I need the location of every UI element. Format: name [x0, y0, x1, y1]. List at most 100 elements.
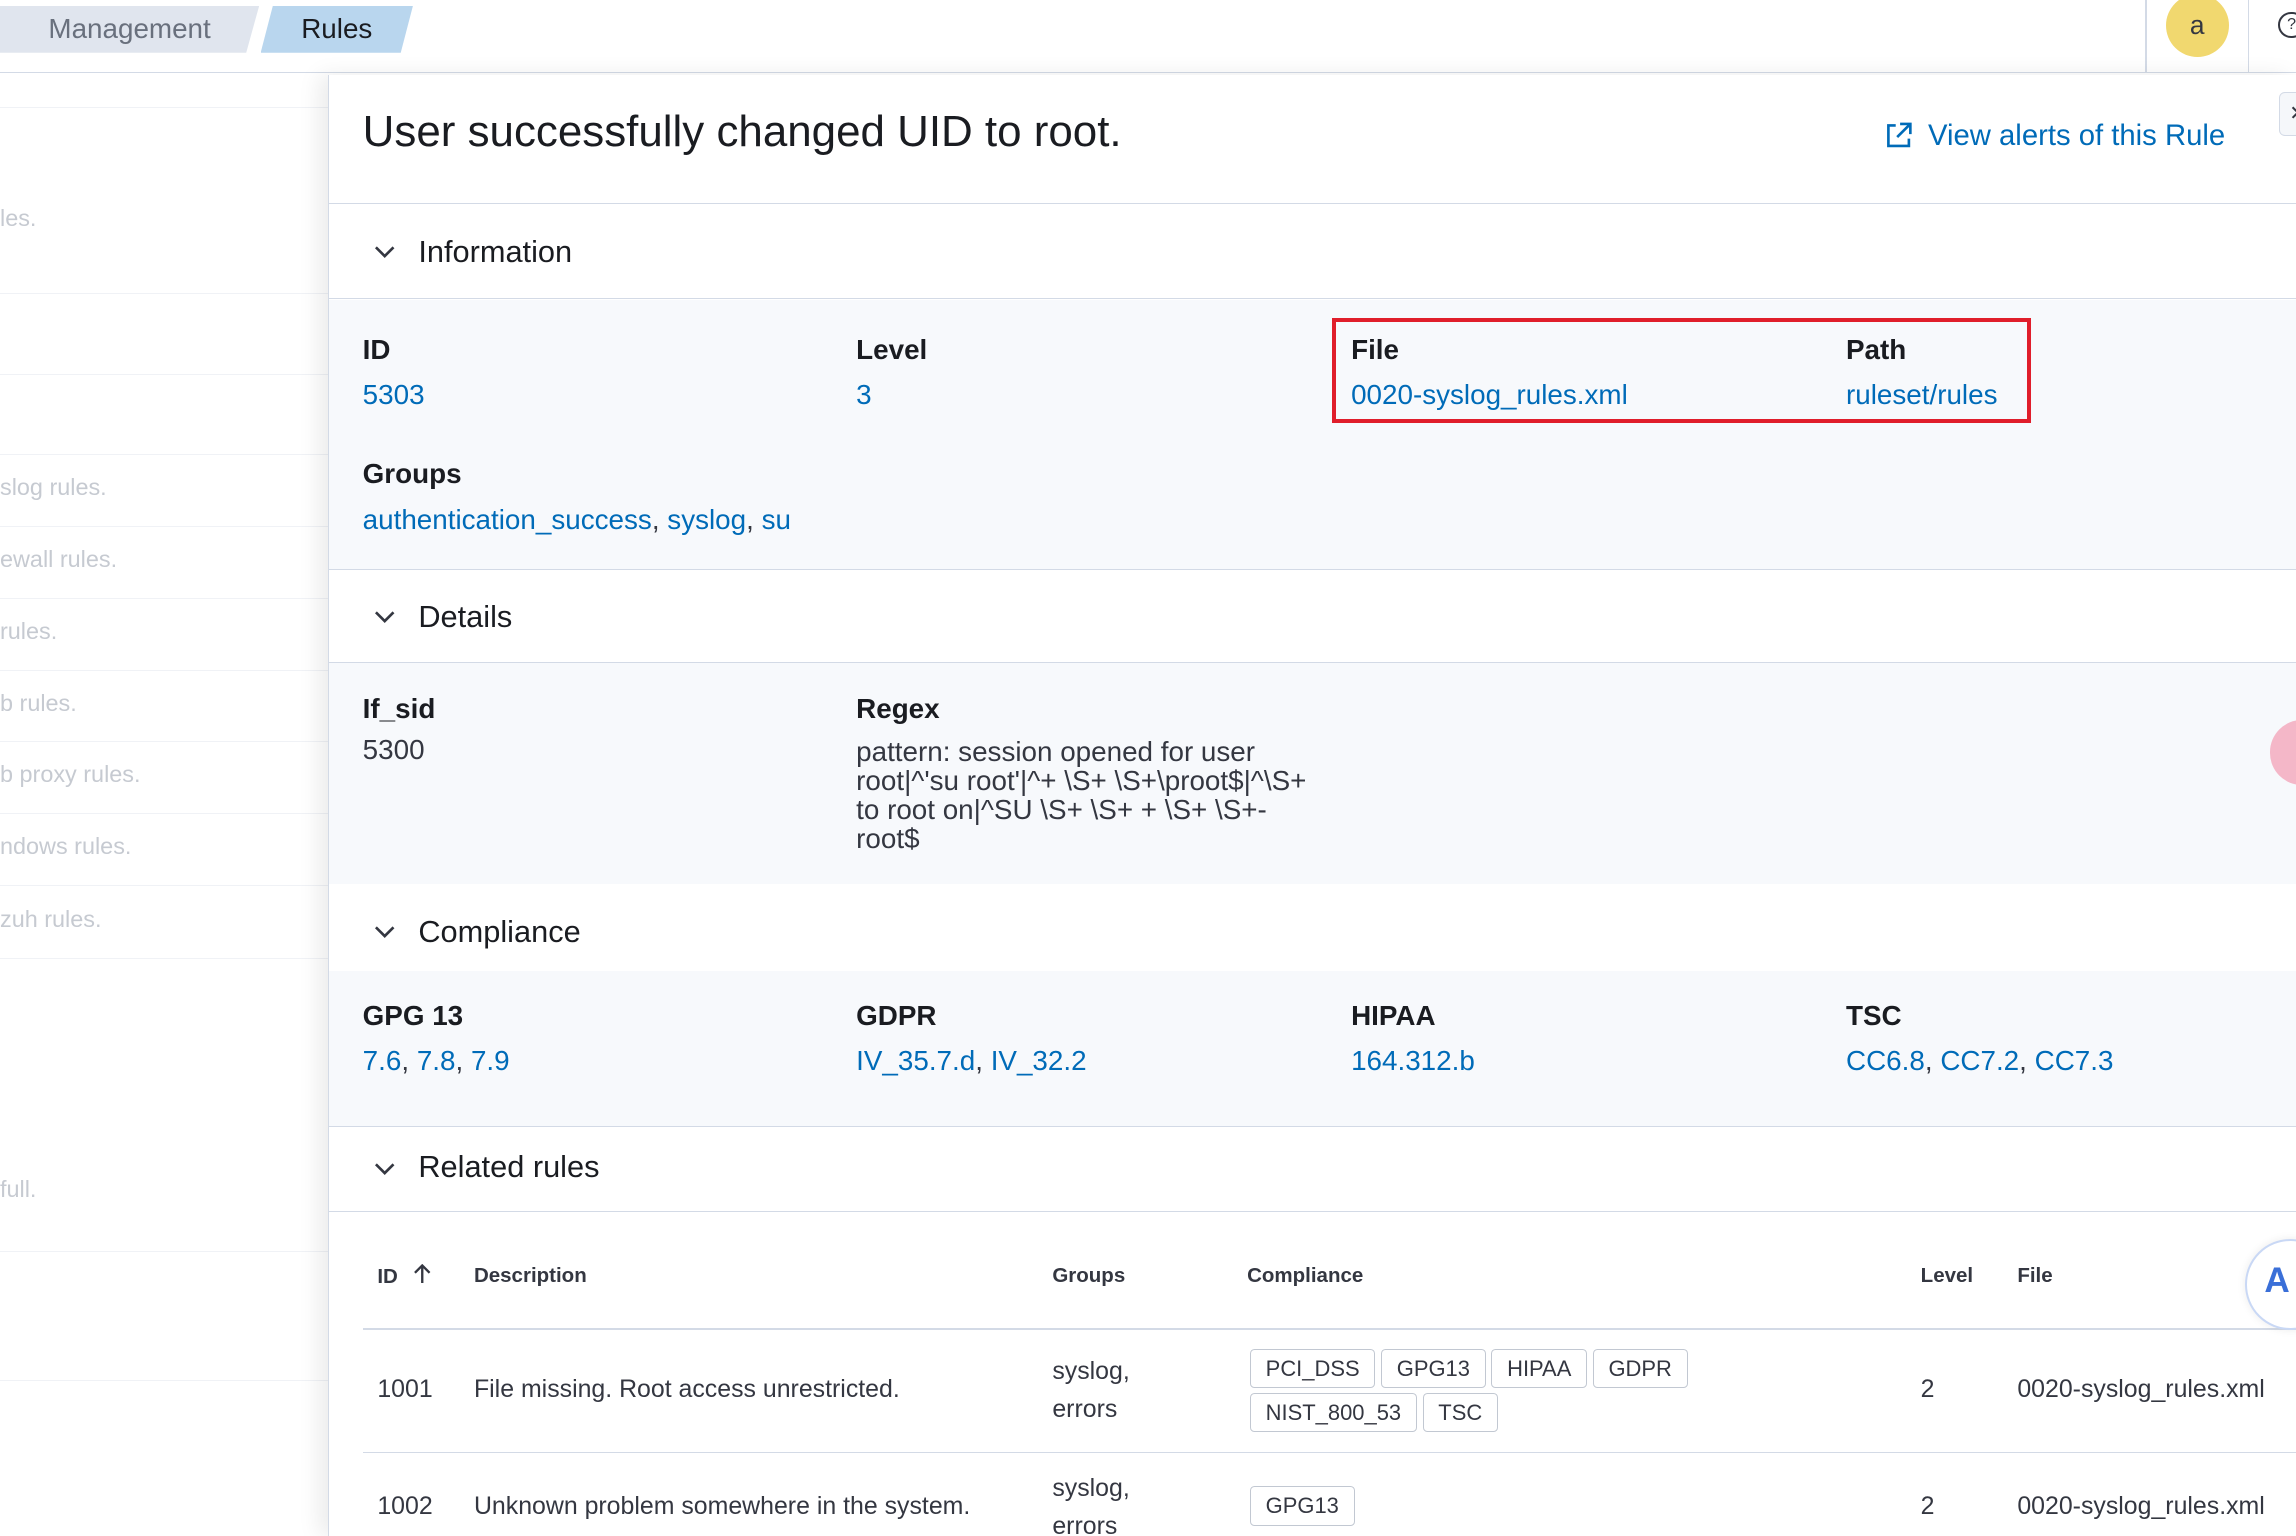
compliance-badge: TSC: [1422, 1392, 1498, 1433]
compliance-link[interactable]: CC6.8: [1846, 1045, 1925, 1076]
column-header-file[interactable]: File: [2017, 1264, 2052, 1288]
group-link[interactable]: su: [762, 504, 791, 535]
gpg13-list: 7.6, 7.8, 7.9: [362, 1045, 510, 1077]
chevron-down-icon: [374, 1163, 395, 1175]
view-alerts-link[interactable]: View alerts of this Rule: [1884, 119, 2225, 153]
field-label: If_sid: [362, 692, 436, 724]
field-label: ID: [362, 333, 391, 365]
list-item: full.: [0, 959, 331, 1252]
field-regex: Regex pattern: session opened for user r…: [856, 693, 1325, 854]
rule-id-link[interactable]: 5303: [363, 379, 425, 411]
section-title: Information: [418, 234, 573, 270]
topbar-divider: [2247, 0, 2250, 74]
cell-file-link[interactable]: 0020-syslog_rules.xml: [2017, 1375, 2264, 1404]
if-sid-value: 5300: [362, 733, 425, 765]
compliance-link[interactable]: IV_32.2: [991, 1045, 1087, 1076]
section-information-toggle[interactable]: Information: [329, 204, 2296, 299]
compliance-link[interactable]: 164.312.b: [1351, 1045, 1475, 1076]
cell-compliance: PCI_DSS GPG13 HIPAA GDPR NIST_800_53 TSC: [1250, 1348, 1865, 1437]
compliance-link[interactable]: CC7.2: [1940, 1045, 2019, 1076]
help-icon[interactable]: ?: [2278, 11, 2296, 39]
highlight-annotation: [1332, 317, 2031, 424]
field-tsc: TSC CC6.8, CC7.2, CC7.3: [1846, 1000, 2113, 1077]
column-header-groups[interactable]: Groups: [1052, 1264, 1125, 1288]
top-bar: Management Rules a ?: [0, 0, 2296, 74]
column-header-description[interactable]: Description: [474, 1264, 587, 1288]
compliance-badge: GPG13: [1250, 1486, 1355, 1526]
regex-value: pattern: session opened for user root|^'…: [856, 735, 1307, 855]
column-header-id[interactable]: ID: [377, 1263, 432, 1289]
rule-flyout: User successfully changed UID to root. V…: [328, 74, 2296, 1536]
field-if-sid: If_sid 5300: [363, 693, 436, 766]
cell-description: Unknown problem somewhere in the system.: [473, 1492, 971, 1521]
close-flyout-button[interactable]: ✕: [2279, 92, 2296, 137]
cell-compliance: GPG13: [1250, 1486, 1865, 1530]
list-item: b proxy rules.: [0, 742, 331, 815]
user-avatar[interactable]: a: [2165, 0, 2229, 58]
compliance-link[interactable]: 7.9: [471, 1045, 510, 1076]
cell-level: 2: [1920, 1374, 1935, 1403]
cell-groups: syslog, errors: [1052, 1473, 1130, 1536]
cell-description: File missing. Root access unrestricted.: [473, 1374, 900, 1403]
field-level: Level 3: [856, 334, 927, 411]
groups-list: authentication_success, syslog, su: [362, 503, 791, 535]
field-gpg13: GPG 13 7.6, 7.8, 7.9: [363, 1000, 510, 1077]
compliance-badge: GDPR: [1592, 1348, 1688, 1389]
field-label: GPG 13: [362, 1000, 464, 1032]
list-item: ewall rules.: [0, 527, 331, 599]
sort-ascending-icon: [414, 1263, 431, 1283]
assistant-icon: A: [2264, 1261, 2290, 1301]
list-item: [0, 1252, 331, 1381]
list-item: b rules.: [0, 671, 331, 743]
cell-file-link[interactable]: 0020-syslog_rules.xml: [2017, 1492, 2264, 1521]
group-link[interactable]: syslog: [667, 504, 746, 535]
group-link[interactable]: authentication_success: [363, 504, 652, 535]
compliance-link[interactable]: 7.8: [417, 1045, 456, 1076]
tsc-list: CC6.8, CC7.2, CC7.3: [1846, 1045, 2114, 1077]
hipaa-list: 164.312.b: [1351, 1045, 1475, 1077]
field-label: TSC: [1846, 1000, 1902, 1032]
compliance-link[interactable]: CC7.3: [2035, 1045, 2114, 1076]
breadcrumb-management[interactable]: Management: [0, 5, 260, 53]
rule-level-link[interactable]: 3: [856, 379, 927, 411]
view-alerts-label: View alerts of this Rule: [1928, 118, 2226, 152]
section-title: Details: [418, 598, 513, 634]
field-label: Groups: [362, 458, 462, 490]
section-title: Related rules: [418, 1149, 600, 1185]
field-groups: Groups authentication_success, syslog, s…: [363, 458, 791, 535]
list-item: les.: [0, 108, 331, 295]
cell-id: 1002: [377, 1492, 433, 1521]
section-details-toggle[interactable]: Details: [329, 569, 2296, 664]
section-related-rules-toggle[interactable]: Related rules: [329, 1127, 2296, 1213]
chevron-down-icon: [374, 611, 395, 623]
cell-id: 1001: [377, 1374, 433, 1403]
field-gdpr: GDPR IV_35.7.d, IV_32.2: [856, 1000, 1086, 1077]
compliance-badge: GPG13: [1381, 1348, 1486, 1389]
compliance-badge: NIST_800_53: [1250, 1392, 1417, 1433]
field-label: Regex: [856, 692, 940, 724]
cell-groups: syslog, errors: [1052, 1356, 1130, 1423]
list-item: rules.: [0, 599, 331, 671]
topbar-divider: [2145, 0, 2147, 74]
flyout-header: User successfully changed UID to root. V…: [329, 75, 2296, 204]
table-row[interactable]: 1002 Unknown problem somewhere in the sy…: [363, 1454, 2296, 1536]
field-id: ID 5303: [363, 334, 425, 411]
chevron-down-icon: [374, 925, 395, 938]
list-item: slog rules.: [0, 455, 331, 528]
flyout-title: User successfully changed UID to root.: [362, 106, 1122, 156]
compliance-link[interactable]: 7.6: [363, 1045, 402, 1076]
compliance-link[interactable]: IV_35.7.d: [856, 1045, 975, 1076]
section-compliance-toggle[interactable]: Compliance: [329, 884, 2296, 979]
column-header-compliance[interactable]: Compliance: [1247, 1264, 1363, 1288]
table-row[interactable]: 1001 File missing. Root access unrestric…: [362, 1330, 2296, 1453]
field-label: Level: [856, 333, 928, 365]
chevron-down-icon: [374, 246, 395, 259]
cell-level: 2: [1920, 1492, 1935, 1521]
list-item: [0, 375, 331, 456]
breadcrumb-rules[interactable]: Rules: [260, 5, 413, 53]
column-header-level[interactable]: Level: [1921, 1264, 1973, 1288]
list-item: ndows rules.: [0, 814, 331, 886]
list-item: [0, 75, 331, 109]
compliance-body: GPG 13 7.6, 7.8, 7.9 GDPR IV_35.7.d, IV_…: [329, 970, 2296, 1128]
background-rules-list: les. slog rules. ewall rules. rules. b r…: [0, 74, 331, 1536]
